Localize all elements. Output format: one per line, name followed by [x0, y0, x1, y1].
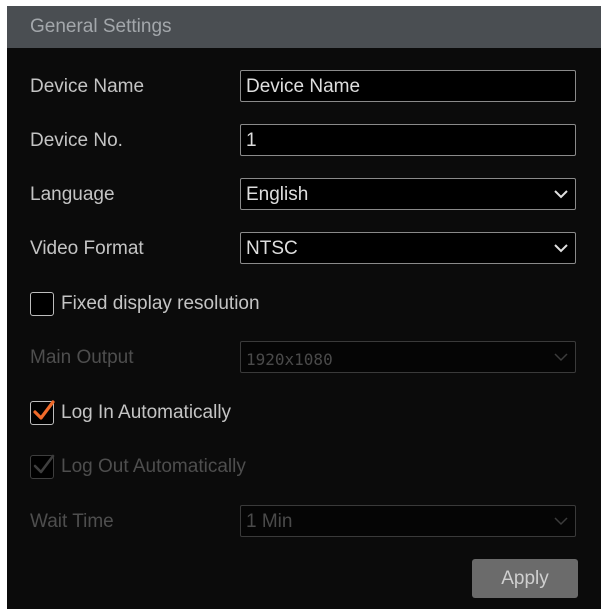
log-out-automatically-checkbox[interactable]: [30, 454, 55, 479]
device-name-input[interactable]: Device Name: [240, 70, 576, 102]
wait-time-value: 1 Min: [246, 511, 293, 532]
panel-header: General Settings: [7, 6, 601, 48]
chevron-down-icon: [554, 517, 568, 526]
video-format-label: Video Format: [30, 238, 144, 259]
language-select[interactable]: English: [240, 178, 576, 210]
device-no-input[interactable]: 1: [240, 124, 576, 156]
wait-time-label: Wait Time: [30, 511, 114, 532]
log-out-automatically-label: Log Out Automatically: [61, 456, 246, 477]
chevron-down-icon: [554, 244, 568, 253]
device-name-value: Device Name: [246, 76, 361, 97]
video-format-select[interactable]: NTSC: [240, 232, 576, 264]
language-label: Language: [30, 184, 115, 205]
checkmark-icon: [33, 400, 55, 420]
main-output-value: 1920x1080: [246, 350, 333, 369]
checkmark-icon: [33, 454, 55, 474]
device-no-label: Device No.: [30, 130, 123, 151]
page-title: General Settings: [30, 16, 172, 37]
video-format-value: NTSC: [246, 238, 298, 259]
main-output-label: Main Output: [30, 347, 134, 368]
device-name-label: Device Name: [30, 76, 145, 97]
chevron-down-icon: [554, 353, 568, 362]
main-output-select[interactable]: 1920x1080: [240, 341, 576, 373]
log-in-automatically-checkbox[interactable]: [30, 400, 55, 425]
apply-button[interactable]: Apply: [472, 559, 578, 598]
chevron-down-icon: [554, 190, 568, 199]
language-value: English: [246, 184, 309, 205]
device-no-value: 1: [246, 130, 257, 151]
fixed-display-resolution-checkbox[interactable]: [30, 292, 54, 316]
general-settings-panel: General Settings Device Name Device Name…: [7, 6, 601, 609]
wait-time-select[interactable]: 1 Min: [240, 505, 576, 537]
fixed-display-resolution-label: Fixed display resolution: [61, 293, 260, 314]
log-in-automatically-label: Log In Automatically: [61, 402, 232, 423]
